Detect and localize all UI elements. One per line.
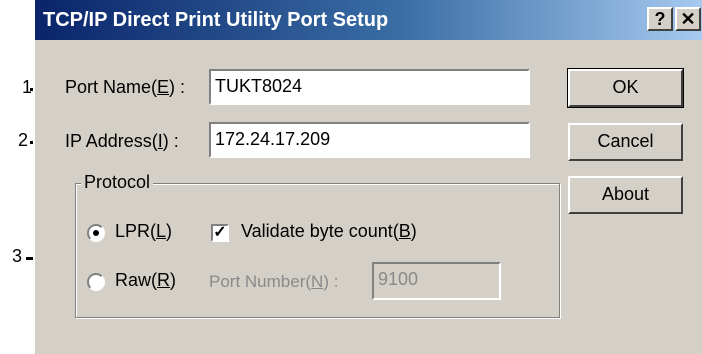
raw-radio[interactable] <box>87 273 105 291</box>
lpr-radio-dot <box>93 230 99 236</box>
window-title: TCP/IP Direct Print Utility Port Setup <box>43 9 389 31</box>
lpr-radio[interactable] <box>87 224 105 242</box>
ok-button[interactable]: OK <box>567 68 684 108</box>
callout-2: 2 <box>18 130 29 150</box>
lpr-label[interactable]: LPR(L) <box>115 221 172 242</box>
port-number-input[interactable]: 9100 <box>372 262 501 300</box>
ip-address-input[interactable]: 172.24.17.209 <box>209 122 530 158</box>
port-setup-dialog: TCP/IP Direct Print Utility Port Setup ?… <box>33 0 702 354</box>
raw-label[interactable]: Raw(R) <box>115 270 176 291</box>
port-name-input[interactable]: TUKT8024 <box>209 69 530 105</box>
callout-3: 3 <box>12 246 23 266</box>
port-number-label: Port Number(N) : <box>209 272 339 291</box>
validate-byte-count-label[interactable]: Validate byte count(B) <box>241 221 417 242</box>
port-name-label: Port Name(E) : <box>65 77 186 97</box>
protocol-group-title: Protocol <box>81 172 154 193</box>
help-button[interactable]: ? <box>647 7 673 31</box>
close-button[interactable]: ✕ <box>675 7 701 31</box>
title-bar[interactable]: TCP/IP Direct Print Utility Port Setup ?… <box>35 0 702 40</box>
about-button[interactable]: About <box>568 176 683 214</box>
cancel-button[interactable]: Cancel <box>568 123 683 161</box>
ip-address-label: IP Address(I) : <box>65 131 179 151</box>
validate-byte-count-checkbox[interactable]: ✓ <box>211 224 229 242</box>
